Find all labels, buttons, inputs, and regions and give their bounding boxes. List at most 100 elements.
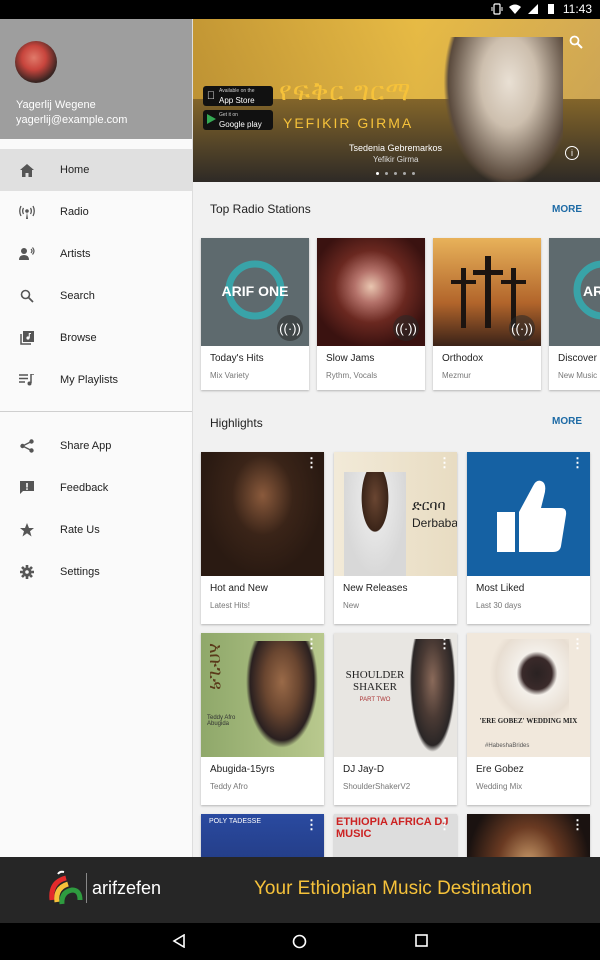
feedback-icon (18, 480, 36, 496)
slide-dot[interactable] (403, 172, 406, 175)
highlight-card[interactable]: ⋮ (467, 814, 590, 857)
star-icon (18, 522, 36, 538)
hero-banner[interactable]:  Available on the App Store Get it on Goo… (193, 19, 600, 182)
nav-item-settings[interactable]: Settings (0, 551, 192, 593)
highlight-title: DJ Jay-D (343, 764, 385, 775)
art-tag: #HabeshaBrides (485, 743, 530, 749)
art-text: SHOULDER SHAKER (345, 669, 405, 693)
drawer-header: Yagerlij Wegene yagerlij@example.com (0, 19, 192, 139)
radio-more-button[interactable]: MORE (552, 204, 582, 215)
slide-dot[interactable] (385, 172, 388, 175)
nav-label: Settings (60, 566, 100, 578)
avatar[interactable] (15, 41, 57, 83)
app-store-small: Available on the (219, 88, 255, 94)
station-art-text: ARIF ONE (222, 283, 289, 299)
highlight-card[interactable]: POLY TADESSE ⋮ (201, 814, 324, 857)
search-icon[interactable] (569, 35, 583, 49)
nav-item-rate-us[interactable]: Rate Us (0, 509, 192, 551)
highlight-artwork: SHOULDER SHAKER PART TWO (334, 633, 457, 757)
radio-station-card[interactable]: ((·)) Slow Jams Rythm, Vocals (317, 238, 425, 390)
more-options-icon[interactable]: ⋮ (571, 818, 584, 831)
highlight-card[interactable]: ⋮ Most Liked Last 30 days (467, 452, 590, 624)
nav-label: Radio (60, 206, 89, 218)
radio-station-card[interactable]: ((·)) Orthodox Mezmur (433, 238, 541, 390)
hero-title-amharic: የፍቅር ግርማ (279, 77, 412, 107)
highlight-artwork: 'ERE GOBEZ' WEDDING MIX #HabeshaBrides (467, 633, 590, 757)
art-text: 'ERE GOBEZ' WEDDING MIX (479, 717, 578, 725)
nav-item-browse[interactable]: Browse (0, 317, 192, 359)
google-play-badge[interactable]: Get it on Google play (203, 110, 273, 130)
more-options-icon[interactable]: ⋮ (438, 456, 451, 469)
nav-label: Browse (60, 332, 97, 344)
more-options-icon[interactable]: ⋮ (305, 818, 318, 831)
recents-icon[interactable] (415, 934, 428, 947)
nav-item-my-playlists[interactable]: My Playlists (0, 359, 192, 401)
artist-photo (241, 641, 323, 757)
nav-item-share-app[interactable]: Share App (0, 425, 192, 467)
station-art-text: ARIF (583, 283, 600, 299)
nav-item-home[interactable]: Home (0, 149, 192, 191)
highlights-more-button[interactable]: MORE (552, 416, 582, 427)
vibrate-icon (491, 3, 503, 15)
highlight-card[interactable]: SHOULDER SHAKER PART TWO ⋮ DJ Jay-D Shou… (334, 633, 457, 805)
nav-label: Share App (60, 440, 112, 452)
station-title: Today's Hits (210, 353, 264, 364)
info-icon[interactable]: i (565, 146, 579, 160)
gear-icon (18, 564, 36, 580)
more-options-icon[interactable]: ⋮ (438, 818, 451, 831)
promo-banner: arifzefen Your Ethiopian Music Destinati… (0, 857, 600, 923)
highlight-card[interactable]: ETHIOPIA AFRICA DJ MUSIC ⋮ (334, 814, 457, 857)
slide-indicator (376, 172, 415, 175)
radio-station-card[interactable]: ARIF Discover New Music (549, 238, 600, 390)
station-subtitle: Mix Variety (210, 371, 249, 380)
home-button-icon[interactable] (292, 934, 307, 949)
station-artwork: ARIF ONE ((·)) (201, 238, 309, 346)
art-text: POLY TADESSE (209, 818, 262, 825)
more-options-icon[interactable]: ⋮ (571, 456, 584, 469)
nav-item-search[interactable]: Search (0, 275, 192, 317)
slide-dot[interactable] (394, 172, 397, 175)
nav-item-feedback[interactable]: Feedback (0, 467, 192, 509)
browse-icon (18, 330, 36, 346)
google-play-small: Get it on (219, 112, 238, 118)
user-email: yagerlij@example.com (16, 114, 128, 126)
nav-item-artists[interactable]: Artists (0, 233, 192, 275)
highlight-card[interactable]: ⋮ Hot and New Latest Hits! (201, 452, 324, 624)
nav-secondary: Share App Feedback Rate Us Settings (0, 425, 192, 593)
station-artwork: ARIF (549, 238, 600, 346)
highlight-artwork: አቡጊዳ Teddy Afro Abugida (201, 633, 324, 757)
nav-label: Feedback (60, 482, 109, 494)
playlist-icon (18, 372, 36, 388)
thumbs-up-icon (497, 480, 567, 552)
battery-icon (547, 4, 554, 14)
station-subtitle: New Music (558, 371, 598, 380)
hero-artist-image (443, 37, 563, 182)
highlight-subtitle: Wedding Mix (476, 782, 523, 791)
highlight-card[interactable]: ድርባባ Derbaba ⋮ New Releases New (334, 452, 457, 624)
more-options-icon[interactable]: ⋮ (305, 637, 318, 650)
more-options-icon[interactable]: ⋮ (305, 456, 318, 469)
highlight-title: Abugida-15yrs (210, 764, 275, 775)
google-play-label: Google play (219, 120, 262, 129)
highlight-card[interactable]: 'ERE GOBEZ' WEDDING MIX #HabeshaBrides ⋮… (467, 633, 590, 805)
slide-dot[interactable] (376, 172, 379, 175)
hero-artist: Tsedenia Gebremarkos (349, 143, 443, 153)
section-title-highlights: Highlights (210, 416, 263, 430)
nav-label: Search (60, 290, 95, 302)
art-sub: PART TWO (359, 697, 391, 703)
hero-title-latin: YEFIKIR GIRMA (283, 115, 414, 131)
highlight-subtitle: ShoulderShakerV2 (343, 782, 411, 791)
app-store-badge[interactable]:  Available on the App Store (203, 86, 273, 106)
slide-dot[interactable] (412, 172, 415, 175)
highlight-card[interactable]: አቡጊዳ Teddy Afro Abugida ⋮ Abugida-15yrs … (201, 633, 324, 805)
arifzefen-logo-icon (49, 870, 83, 905)
nav-primary: Home Radio Artists Search Browse My Play… (0, 149, 192, 401)
back-icon[interactable] (172, 934, 186, 948)
highlight-title: Most Liked (476, 583, 525, 594)
nav-item-radio[interactable]: Radio (0, 191, 192, 233)
nav-divider (0, 411, 192, 412)
play-store-icon (203, 113, 219, 127)
more-options-icon[interactable]: ⋮ (438, 637, 451, 650)
radio-station-card[interactable]: ARIF ONE ((·)) Today's Hits Mix Variety (201, 238, 309, 390)
more-options-icon[interactable]: ⋮ (571, 637, 584, 650)
